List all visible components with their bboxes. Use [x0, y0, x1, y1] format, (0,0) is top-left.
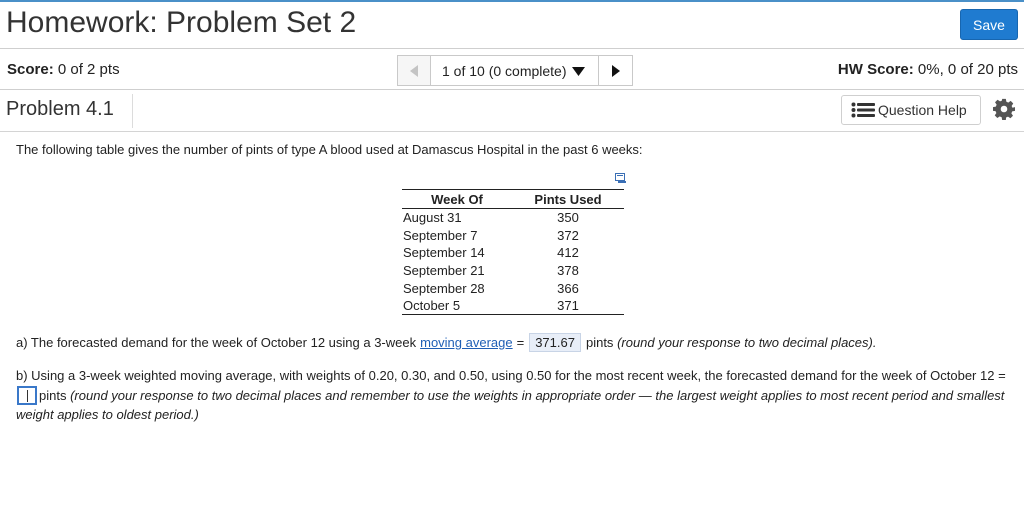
gear-icon[interactable]: [993, 98, 1015, 120]
part-a: a) The forecasted demand for the week of…: [16, 333, 876, 352]
triangle-right-icon: [611, 64, 620, 77]
next-question-button[interactable]: [599, 55, 633, 86]
score-label: Score:: [7, 61, 54, 78]
table-row: October 5 371: [402, 296, 624, 316]
column-header-week: Week Of: [402, 189, 512, 209]
divider: [0, 48, 1024, 49]
part-b-hint: (round your response to two decimal plac…: [16, 387, 1005, 423]
table-row: September 21 378: [402, 262, 624, 280]
table-row: September 7 372: [402, 226, 624, 244]
previous-question-button[interactable]: [397, 55, 431, 86]
table-row: September 14 412: [402, 244, 624, 262]
hw-score-value: 0%, 0 of 20 pts: [917, 61, 1018, 78]
triangle-left-icon: [410, 64, 418, 77]
week-cell: September 21: [403, 262, 485, 278]
week-cell: September 7: [403, 227, 478, 243]
page-title: Homework: Problem Set 2: [6, 6, 357, 39]
divider: [0, 131, 1024, 132]
top-accent-line: [0, 0, 1024, 2]
table-row: September 28 366: [402, 279, 624, 297]
week-cell: August 31: [403, 210, 462, 226]
hw-score-display: HW Score: 0%, 0 of 20 pts: [838, 61, 1018, 78]
part-b-answer-input[interactable]: [17, 385, 37, 405]
question-help-button[interactable]: Question Help: [841, 95, 981, 125]
week-cell: September 28: [403, 280, 485, 296]
score-display: Score: 0 of 2 pts: [7, 61, 120, 78]
question-select-value: 1 of 10 (0 complete): [442, 62, 567, 79]
table-row: August 31 350: [402, 209, 624, 227]
blood-usage-table: Week Of Pints Used August 31 350 Septembe…: [402, 189, 624, 316]
column-header-pints: Pints Used: [512, 189, 624, 209]
question-navigator: 1 of 10 (0 complete): [397, 55, 633, 86]
pints-cell: 366: [557, 280, 579, 296]
list-icon: [851, 102, 875, 118]
week-cell: September 14: [403, 245, 485, 261]
copy-table-icon[interactable]: [615, 173, 627, 184]
hw-score-label: HW Score:: [837, 61, 914, 78]
pints-cell: 378: [557, 262, 579, 278]
part-a-answer: 371.67: [529, 333, 581, 352]
pints-cell: 371: [512, 296, 624, 316]
divider: [132, 94, 133, 128]
divider: [0, 89, 1024, 90]
part-a-equals: =: [516, 335, 525, 350]
question-intro: The following table gives the number of …: [16, 142, 643, 157]
pints-cell: 350: [557, 210, 579, 226]
score-value: 0 of 2 pts: [57, 61, 120, 78]
part-b: b) Using a 3-week weighted moving averag…: [16, 366, 1012, 425]
pints-cell: 372: [557, 227, 579, 243]
part-a-suffix: pints: [585, 335, 614, 350]
week-cell: October 5: [402, 296, 512, 316]
caret-down-icon: [571, 66, 585, 76]
part-a-hint: (round your response to two decimal plac…: [617, 335, 877, 350]
moving-average-link[interactable]: moving average: [420, 335, 513, 350]
pints-cell: 412: [557, 245, 579, 261]
save-button[interactable]: Save: [960, 9, 1018, 40]
part-b-prefix: b) Using a 3-week weighted moving averag…: [16, 368, 1006, 383]
question-help-label: Question Help: [878, 102, 967, 118]
question-select[interactable]: 1 of 10 (0 complete): [431, 55, 599, 86]
problem-title: Problem 4.1: [6, 98, 114, 120]
part-b-suffix: pints: [39, 387, 67, 403]
part-a-prefix: a) The forecasted demand for the week of…: [16, 335, 417, 350]
